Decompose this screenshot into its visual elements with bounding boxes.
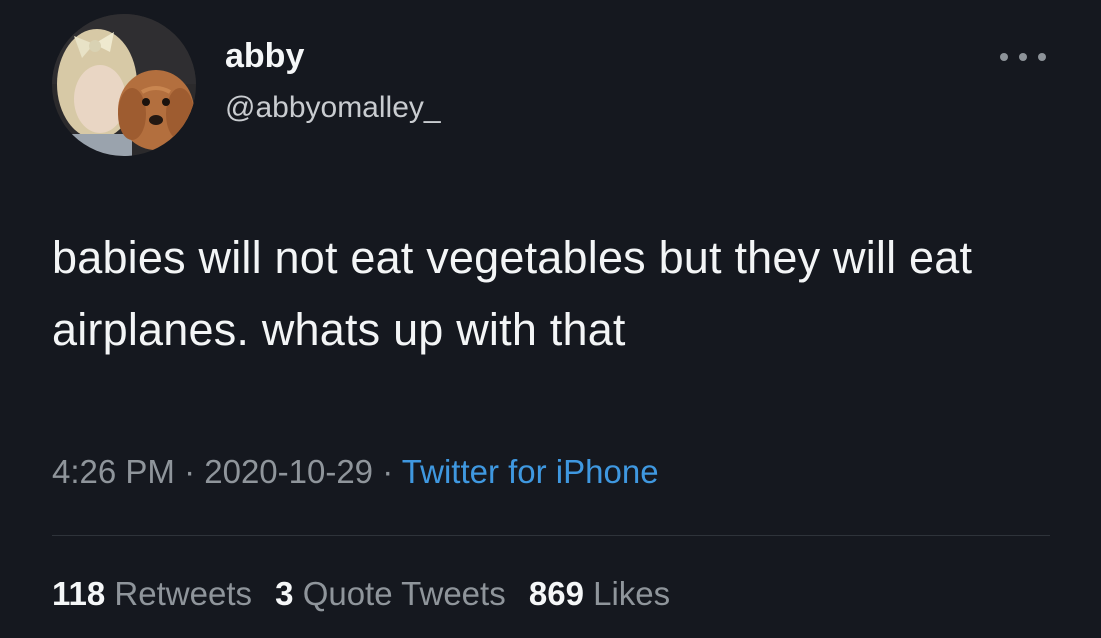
avatar[interactable]: [52, 14, 196, 156]
retweets-label: Retweets: [114, 575, 252, 612]
retweets-stat[interactable]: 118 Retweets: [52, 575, 252, 612]
engagement-stats: 118 Retweets 3 Quote Tweets 869 Likes: [52, 572, 684, 616]
tweet-meta: 4:26 PM · 2020-10-29 · Twitter for iPhon…: [52, 450, 659, 494]
retweets-count: 118: [52, 575, 106, 612]
user-handle[interactable]: @abbyomalley_: [225, 90, 441, 126]
divider: [52, 535, 1050, 536]
meta-separator: ·: [174, 453, 205, 490]
avatar-image: [52, 14, 196, 156]
quote-tweets-label: Quote Tweets: [302, 575, 506, 612]
quote-tweets-count: 3: [275, 575, 294, 612]
more-options-button[interactable]: [1000, 44, 1046, 70]
more-horizontal-icon-dot: [1019, 53, 1027, 61]
display-name[interactable]: abby: [225, 36, 304, 76]
tweet-text: babies will not eat vegetables but they …: [52, 232, 973, 355]
tweet-card: abby @abbyomalley_ babies will not eat v…: [0, 0, 1101, 638]
more-horizontal-icon: [1000, 53, 1008, 61]
tweet-time[interactable]: 4:26 PM: [52, 453, 175, 490]
tweet-date[interactable]: 2020-10-29: [204, 453, 373, 490]
likes-count: 869: [528, 575, 584, 612]
quote-tweets-stat[interactable]: 3 Quote Tweets: [275, 575, 506, 612]
meta-separator: ·: [373, 453, 402, 490]
likes-label: Likes: [593, 575, 671, 612]
more-horizontal-icon-dot: [1038, 53, 1046, 61]
tweet-source-link[interactable]: Twitter for iPhone: [402, 453, 659, 490]
likes-stat[interactable]: 869 Likes: [529, 575, 670, 612]
